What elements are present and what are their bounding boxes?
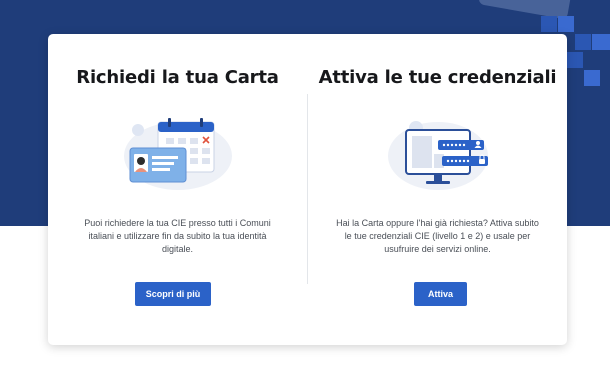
decorative-square [575, 34, 591, 50]
request-card-title: Richiedi la tua Carta [76, 67, 279, 88]
id-card-calendar-icon [124, 118, 232, 190]
activate-credentials-section: Attiva le tue credenziali Hai la Carta o… [308, 34, 567, 345]
activate-credentials-description: Hai la Carta oppure l'hai già richiesta?… [336, 218, 539, 254]
activate-credentials-title: Attiva le tue credenziali [318, 67, 557, 88]
activate-button[interactable]: Attiva [414, 282, 467, 306]
request-card-description: Puoi richiedere la tua CIE presso tutti … [84, 218, 271, 254]
decorative-square [541, 16, 557, 32]
request-card-section: Richiedi la tua Carta Puoi richiedere la… [48, 34, 307, 345]
discover-more-button[interactable]: Scopri di più [135, 282, 211, 306]
decorative-square [567, 52, 583, 68]
monitor-credentials-icon [388, 121, 488, 190]
decorative-square [592, 34, 610, 50]
decorative-square [558, 16, 574, 32]
service-card: Richiedi la tua Carta Puoi richiedere la… [48, 34, 567, 345]
decorative-square [584, 70, 600, 86]
